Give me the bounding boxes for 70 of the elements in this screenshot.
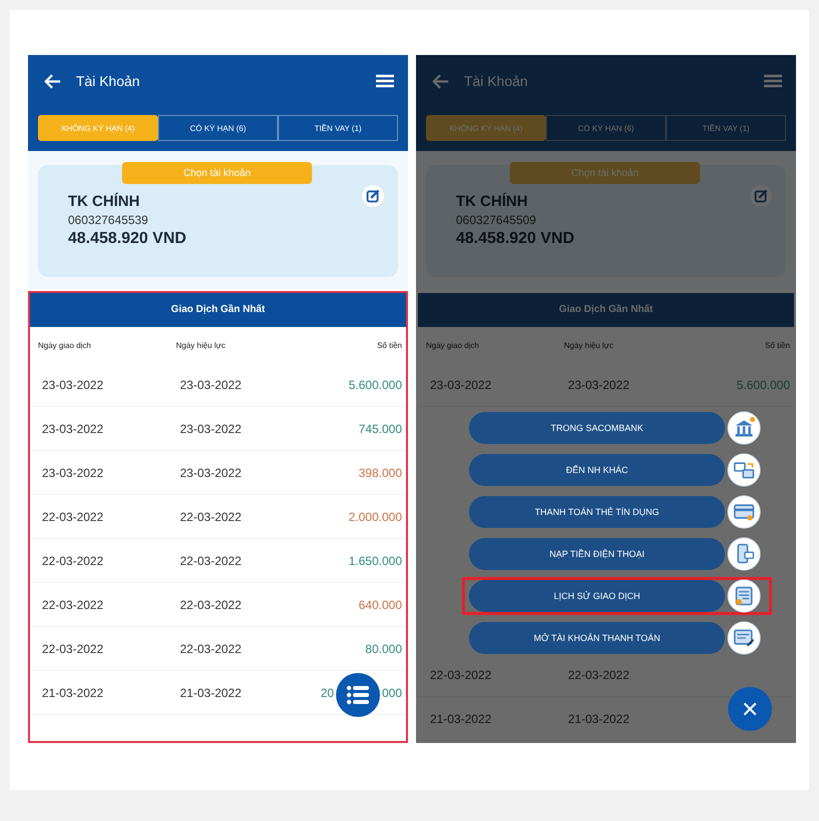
table-cell-text: 23-03-2022 — [42, 378, 104, 392]
bank-icon[interactable] — [727, 411, 761, 445]
amount-text: 000 — [382, 686, 402, 700]
amount-text: 398.000 — [358, 466, 402, 480]
table-cell-text: 22-03-2022 — [42, 510, 104, 524]
screen-title: Tài Khoản — [464, 73, 529, 89]
table-cell-text: 23-03-2022 — [42, 466, 104, 480]
table-cell-text: 23-03-2022 — [430, 378, 492, 392]
amount-text: 5.600.000 — [348, 378, 402, 392]
account-number: 060327645509 — [456, 213, 536, 227]
account-name: TK CHÍNH — [456, 193, 528, 210]
document-icon[interactable] — [727, 579, 761, 613]
menu-item[interactable]: NẠP TIỀN ĐIỆN THOẠI — [469, 538, 725, 570]
table-cell-text: 23-03-2022 — [42, 422, 104, 436]
card-icon[interactable] — [727, 495, 761, 529]
list-icon — [346, 685, 370, 705]
table-cell-text: 22-03-2022 — [179, 642, 242, 656]
table-cell-text: 22-03-2022 — [179, 598, 242, 612]
edit-icon[interactable] — [362, 185, 384, 207]
menu-item[interactable]: LỊCH SỬ GIAO DỊCH — [469, 580, 725, 612]
form-icon[interactable] — [727, 621, 761, 655]
tab[interactable]: CÓ KỲ HẠN (6) — [158, 115, 278, 141]
account-balance: 48.458.920 VND — [456, 230, 574, 248]
amount-text: 1.650.000 — [348, 554, 402, 568]
table-cell-text: 21-03-2022 — [430, 712, 492, 726]
column-header: Số tiền — [764, 340, 790, 350]
back-icon[interactable] — [432, 74, 450, 88]
menu-icon[interactable] — [764, 74, 782, 88]
table-cell-text: 22-03-2022 — [567, 668, 630, 682]
section-title: Giao Dịch Gần Nhất — [30, 293, 406, 327]
table-cell-text: 22-03-2022 — [179, 554, 242, 568]
table-cell-text: 23-03-2022 — [179, 378, 242, 392]
table-cell-text: 22-03-2022 — [42, 598, 104, 612]
amount-text: 745.000 — [358, 422, 402, 436]
phone-icon[interactable] — [727, 537, 761, 571]
section-title: Giao Dịch Gần Nhất — [418, 293, 794, 327]
column-header: Ngày hiệu lực — [563, 340, 614, 350]
column-header: Ngày giao dịch — [426, 340, 480, 350]
screen-title: Tài Khoản — [76, 73, 141, 89]
menu-item[interactable]: MỞ TÀI KHOẢN THANH TOÁN — [469, 622, 725, 654]
menu-item[interactable]: TRONG SACOMBANK — [469, 412, 725, 444]
back-icon[interactable] — [44, 74, 62, 88]
amount-text: 20 — [320, 686, 334, 700]
edit-icon[interactable] — [750, 185, 772, 207]
menu-item[interactable]: ĐẾN NH KHÁC — [469, 454, 725, 486]
table-cell-text: 22-03-2022 — [430, 668, 492, 682]
table-cell-text: 22-03-2022 — [179, 510, 242, 524]
account-number: 060327645539 — [68, 213, 148, 227]
account-balance: 48.458.920 VND — [68, 230, 186, 248]
column-header: Ngày hiệu lực — [175, 340, 226, 350]
table-cell-text: 21-03-2022 — [42, 686, 104, 700]
menu-icon[interactable] — [376, 74, 394, 88]
table-cell-text: 21-03-2022 — [179, 686, 242, 700]
amount-text: 80.000 — [365, 642, 402, 656]
amount-text: 2.000.000 — [348, 510, 402, 524]
menu-item[interactable]: THANH TOÁN THẺ TÍN DỤNG — [469, 496, 725, 528]
column-header: Ngày giao dịch — [38, 340, 92, 350]
table-cell-text: 23-03-2022 — [567, 378, 630, 392]
column-header: Số tiền — [376, 340, 402, 350]
account-name: TK CHÍNH — [68, 193, 140, 210]
amount-text: 640.000 — [358, 598, 402, 612]
table-cell-text: 23-03-2022 — [179, 466, 242, 480]
tab[interactable]: TIỀN VAY (1) — [278, 115, 398, 141]
transfer-icon[interactable] — [727, 453, 761, 487]
close-icon — [742, 701, 758, 717]
table-cell-text: 22-03-2022 — [42, 642, 104, 656]
table-cell-text: 21-03-2022 — [567, 712, 630, 726]
amount-text: 5.600.000 — [736, 378, 790, 392]
table-cell-text: 22-03-2022 — [42, 554, 104, 568]
table-cell-text: 23-03-2022 — [179, 422, 242, 436]
